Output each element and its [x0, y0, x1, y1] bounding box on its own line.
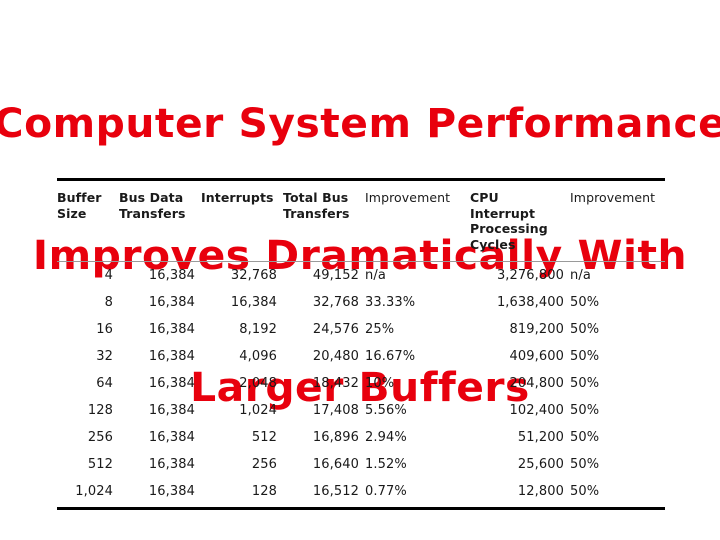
cell-interrupts: 2,048 [239, 375, 277, 391]
table-header-row: Buffer Size Bus Data Transfers Interrupt… [57, 178, 665, 262]
table-header: Buffer Size Bus Data Transfers Interrupt… [57, 178, 665, 262]
cell-bus-data-transfers: 16,384 [148, 402, 195, 418]
table-row: 512 16,384 256 16,640 1.52% 25,600 50% [57, 451, 665, 478]
cell-bus-data-transfers: 16,384 [119, 478, 201, 510]
cell-improvement-cpu: 50% [570, 429, 600, 445]
column-header-line: CPU [470, 190, 499, 205]
cell-cpu-interrupt-cycles: 102,400 [509, 402, 564, 418]
column-header-line: Size [57, 205, 87, 221]
cell-improvement-cpu: 50% [570, 402, 600, 418]
table-row: 8 16,384 16,384 32,768 33.33% 1,638,400 50% [57, 289, 665, 316]
cell-buffer-size: 256 [87, 429, 113, 445]
cell-buffer-size: 4 [104, 267, 113, 283]
cell-bus-data-transfers: 16,384 [148, 375, 195, 391]
cell-total-bus-transfers: 18,432 [312, 375, 359, 391]
column-header-cpu-interrupt-cycles: CPU Interrupt Processing Cycles [470, 178, 570, 262]
cell-improvement-bus: 2.94% [365, 429, 407, 445]
cell-improvement-bus: 0.77% [365, 478, 470, 510]
cell-cpu-interrupt-cycles: 409,600 [509, 348, 564, 364]
cell-improvement-bus: 1.52% [365, 456, 407, 472]
cell-improvement-cpu: 50% [570, 478, 665, 510]
table-row: 1,024 16,384 128 16,512 0.77% 12,800 50% [57, 478, 665, 510]
table-row: 32 16,384 4,096 20,480 16.67% 409,600 50% [57, 343, 665, 370]
cell-cpu-interrupt-cycles: 51,200 [517, 429, 564, 445]
column-header-line: Cycles [470, 236, 516, 252]
cell-interrupts: 4,096 [239, 348, 277, 364]
table-row: 128 16,384 1,024 17,408 5.56% 102,400 50% [57, 397, 665, 424]
table-row: 256 16,384 512 16,896 2.94% 51,200 50% [57, 424, 665, 451]
cell-improvement-bus: n/a [365, 267, 386, 283]
cell-buffer-size: 64 [96, 375, 113, 391]
column-header-line: Improvement [570, 190, 656, 205]
column-header-line: Interrupts [201, 190, 274, 205]
cell-total-bus-transfers: 20,480 [312, 348, 359, 364]
cell-improvement-bus: 33.33% [365, 294, 416, 310]
column-header-line: Transfers [119, 205, 186, 221]
cell-improvement-bus: 5.56% [365, 402, 407, 418]
cell-bus-data-transfers: 16,384 [148, 267, 195, 283]
cell-improvement-cpu: n/a [570, 267, 591, 283]
cell-improvement-bus: 10% [365, 375, 395, 391]
cell-bus-data-transfers: 16,384 [148, 348, 195, 364]
cell-improvement-cpu: 50% [570, 456, 600, 472]
table-body: 4 16,384 32,768 49,152 n/a 3,276,800 n/a 8 16,38… [57, 262, 665, 510]
cell-buffer-size: 512 [87, 456, 113, 472]
cell-interrupts: 8,192 [239, 321, 277, 337]
column-header-line: Buffer [57, 190, 102, 205]
column-header-interrupts: Interrupts [201, 178, 283, 262]
cell-cpu-interrupt-cycles: 3,276,800 [496, 267, 564, 283]
cell-improvement-cpu: 50% [570, 348, 600, 364]
cell-interrupts: 128 [201, 478, 283, 510]
cell-total-bus-transfers: 32,768 [312, 294, 359, 310]
cell-total-bus-transfers: 16,896 [312, 429, 359, 445]
cell-cpu-interrupt-cycles: 25,600 [517, 456, 564, 472]
column-header-line: Total Bus [283, 190, 349, 205]
cell-total-bus-transfers: 17,408 [312, 402, 359, 418]
cell-cpu-interrupt-cycles: 1,638,400 [496, 294, 564, 310]
cell-buffer-size: 1,024 [57, 478, 119, 510]
column-header-line: Processing [470, 221, 548, 236]
cell-bus-data-transfers: 16,384 [148, 321, 195, 337]
cell-improvement-bus: 16.67% [365, 348, 416, 364]
cell-bus-data-transfers: 16,384 [148, 429, 195, 445]
column-header-total-bus-transfers: Total Bus Transfers [283, 178, 365, 262]
table-row: 16 16,384 8,192 24,576 25% 819,200 50% [57, 316, 665, 343]
column-header-line: Bus Data [119, 190, 184, 205]
cell-buffer-size: 16 [96, 321, 113, 337]
cell-total-bus-transfers: 16,512 [283, 478, 365, 510]
cell-interrupts: 32,768 [230, 267, 277, 283]
column-header-line: Improvement [365, 190, 451, 205]
cell-buffer-size: 32 [96, 348, 113, 364]
column-header-improvement-cpu: Improvement [570, 178, 665, 262]
table-row: 64 16,384 2,048 18,432 10% 204,800 50% [57, 370, 665, 397]
cell-improvement-cpu: 50% [570, 294, 600, 310]
cell-buffer-size: 8 [104, 294, 113, 310]
cell-interrupts: 512 [251, 429, 277, 445]
column-header-line: Transfers [283, 205, 350, 221]
cell-cpu-interrupt-cycles: 12,800 [470, 478, 570, 510]
cell-improvement-bus: 25% [365, 321, 395, 337]
column-header-line: Interrupt [470, 205, 536, 221]
table-row: 4 16,384 32,768 49,152 n/a 3,276,800 n/a [57, 262, 665, 290]
cell-cpu-interrupt-cycles: 819,200 [509, 321, 564, 337]
cell-total-bus-transfers: 24,576 [312, 321, 359, 337]
column-header-bus-data-transfers: Bus Data Transfers [119, 178, 201, 262]
page-title-line-1: Computer System Performance [0, 101, 720, 147]
performance-table-container: Buffer Size Bus Data Transfers Interrupt… [57, 178, 665, 510]
cell-interrupts: 16,384 [230, 294, 277, 310]
cell-cpu-interrupt-cycles: 204,800 [509, 375, 564, 391]
cell-improvement-cpu: 50% [570, 321, 600, 337]
column-header-buffer-size: Buffer Size [57, 178, 119, 262]
cell-interrupts: 1,024 [239, 402, 277, 418]
cell-total-bus-transfers: 49,152 [312, 267, 359, 283]
performance-table: Buffer Size Bus Data Transfers Interrupt… [57, 178, 665, 510]
cell-improvement-cpu: 50% [570, 375, 600, 391]
cell-buffer-size: 128 [87, 402, 113, 418]
column-header-improvement-bus: Improvement [365, 178, 470, 262]
cell-bus-data-transfers: 16,384 [148, 456, 195, 472]
cell-interrupts: 256 [251, 456, 277, 472]
cell-bus-data-transfers: 16,384 [148, 294, 195, 310]
cell-total-bus-transfers: 16,640 [312, 456, 359, 472]
